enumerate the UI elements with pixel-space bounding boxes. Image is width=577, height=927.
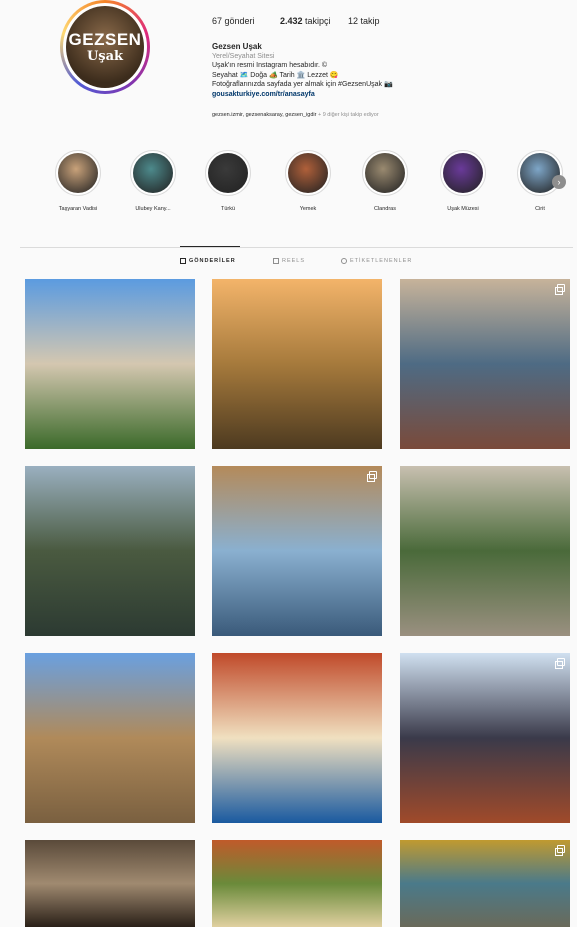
highlight-label: Ulubey Kany... xyxy=(135,206,171,212)
following-link[interactable]: 12 takip xyxy=(348,16,380,26)
post-thumbnail[interactable] xyxy=(212,840,382,927)
highlight-cover xyxy=(130,150,176,196)
highlight-item[interactable]: Clandras xyxy=(355,150,415,212)
highlight-cover xyxy=(517,150,563,196)
carousel-icon xyxy=(555,658,565,669)
highlight-item[interactable]: Uşak Müzesi xyxy=(433,150,493,212)
profile-website-link[interactable]: gousakturkiye.com/tr/anasayfa xyxy=(212,90,532,100)
bio-line: Fotoğraflarınızda sayfada yer almak için… xyxy=(212,81,393,88)
highlight-cover xyxy=(205,150,251,196)
story-highlights: Taşyaran Vadisi Ulubey Kany... Türkü Yemek C… xyxy=(48,150,568,220)
carousel-icon xyxy=(555,845,565,856)
highlight-image xyxy=(58,153,98,193)
bio-line: Uşak'ın resmi Instagram hesabıdır. © xyxy=(212,62,328,69)
highlight-item[interactable]: Türkü xyxy=(198,150,258,212)
carousel-icon xyxy=(367,471,377,482)
highlight-label: Uşak Müzesi xyxy=(447,206,479,212)
highlight-image xyxy=(288,153,328,193)
reels-icon xyxy=(273,258,279,264)
post-thumbnail[interactable] xyxy=(400,840,570,927)
post-thumbnail[interactable] xyxy=(400,653,570,823)
highlight-label: Clandras xyxy=(373,206,396,212)
highlight-cover xyxy=(55,150,101,196)
profile-avatar[interactable]: GEZSEN Uşak xyxy=(60,0,150,94)
post-thumbnail[interactable] xyxy=(25,466,195,636)
active-tab-indicator xyxy=(180,246,240,247)
grid-icon xyxy=(180,258,186,264)
avatar-logo-subtext: Uşak xyxy=(86,48,124,64)
highlight-image xyxy=(443,153,483,193)
highlight-item[interactable]: Yemek xyxy=(278,150,338,212)
post-thumbnail[interactable] xyxy=(212,466,382,636)
highlight-item[interactable]: Ulubey Kany... xyxy=(123,150,183,212)
highlight-cover xyxy=(440,150,486,196)
profile-page: GEZSEN Uşak 67 gönderi 2.432 takipçi 12 … xyxy=(20,0,573,927)
followed-by[interactable]: gezsen.izmir, gezsenaksaray, gezsen_igdi… xyxy=(212,112,379,118)
highlight-label: Taşyaran Vadisi xyxy=(58,206,98,212)
highlight-cover xyxy=(362,150,408,196)
highlights-next-button[interactable]: › xyxy=(552,175,566,189)
tab-posts[interactable]: GÖNDERİLER xyxy=(180,258,236,264)
followers-link[interactable]: 2.432 takipçi xyxy=(280,16,331,26)
highlight-label: Cirit xyxy=(535,206,545,212)
posts-count: 67 gönderi xyxy=(212,16,255,26)
post-thumbnail[interactable] xyxy=(25,653,195,823)
post-thumbnail[interactable] xyxy=(212,279,382,449)
post-thumbnail[interactable] xyxy=(25,279,195,449)
profile-bio: Gezsen Uşak Yerel/Seyahat Sitesi Uşak'ın… xyxy=(212,42,532,99)
tab-reels[interactable]: REELS xyxy=(273,258,305,264)
bio-line: Seyahat 🗺️ Doğa 🏕️ Tarih 🏛️ Lezzet 😋 xyxy=(212,71,339,79)
post-thumbnail[interactable] xyxy=(400,279,570,449)
post-thumbnail[interactable] xyxy=(212,653,382,823)
avatar-logo-text: GEZSEN xyxy=(68,29,142,49)
highlight-image xyxy=(208,153,248,193)
profile-category: Yerel/Seyahat Sitesi xyxy=(212,52,275,60)
highlight-item[interactable]: Taşyaran Vadisi xyxy=(48,150,108,212)
highlight-label: Türkü xyxy=(220,206,236,212)
tagged-icon xyxy=(341,258,347,264)
post-thumbnail[interactable] xyxy=(400,466,570,636)
tabs-divider xyxy=(20,247,573,248)
highlight-image xyxy=(365,153,405,193)
tab-tagged[interactable]: ETİKETLENENLER xyxy=(341,258,412,264)
highlight-cover xyxy=(285,150,331,196)
carousel-icon xyxy=(555,284,565,295)
highlight-label: Yemek xyxy=(299,206,317,212)
highlight-image xyxy=(133,153,173,193)
post-thumbnail[interactable] xyxy=(25,840,195,927)
profile-name: Gezsen Uşak xyxy=(212,42,262,51)
